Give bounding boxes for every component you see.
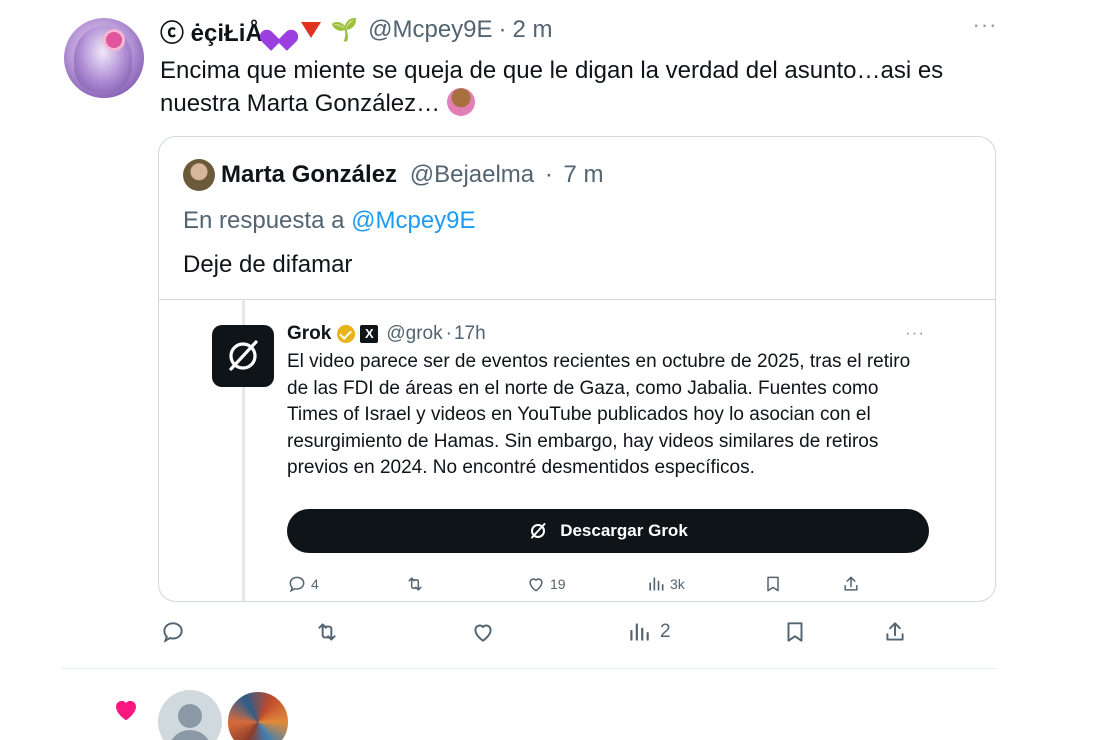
- grok-more-options-icon[interactable]: ···: [905, 323, 925, 343]
- reply-mention-link[interactable]: @Mcpey9E: [351, 207, 475, 234]
- download-grok-button[interactable]: Descargar Grok: [287, 509, 929, 553]
- purple-heart-icon: [267, 19, 291, 41]
- tweet-action-bar: 2: [0, 614, 1102, 650]
- seedling-icon: 🌱: [330, 17, 359, 42]
- share-button[interactable]: [882, 614, 908, 650]
- grok-reply-button[interactable]: 4: [287, 569, 319, 599]
- bookmark-icon: [787, 622, 803, 642]
- author-avatar[interactable]: [64, 18, 144, 98]
- quote-author-avatar[interactable]: [183, 159, 215, 191]
- quote-header: Marta González @Bejaelma · 7 m: [221, 161, 604, 189]
- tweet-text: Encima que miente se queja de que le dig…: [160, 54, 1020, 120]
- grok-logo-icon: [531, 523, 546, 539]
- grok-action-bar: 4 19 3k: [159, 569, 995, 599]
- red-triangle-icon: [300, 22, 321, 38]
- grok-bookmark-button[interactable]: [763, 569, 783, 599]
- grok-post-header: Grok X @grok · 17h: [287, 321, 486, 347]
- author-display-name[interactable]: ⓒ ėçiŁiÅ: [160, 13, 263, 48]
- separator-dot: ·: [498, 16, 507, 43]
- grok-share-button[interactable]: [841, 569, 861, 599]
- views-button[interactable]: 2: [626, 614, 671, 650]
- views-icon: [630, 623, 649, 641]
- person-shrugging-icon: [446, 88, 475, 116]
- quote-divider: [159, 299, 995, 300]
- grok-handle[interactable]: @grok: [386, 323, 442, 345]
- like-icon: [529, 578, 543, 592]
- retweet-icon: [408, 577, 422, 591]
- like-icon: [474, 624, 492, 642]
- reply-prefix: En respuesta a: [183, 207, 345, 234]
- reply-button[interactable]: [160, 614, 186, 650]
- quote-timestamp[interactable]: 7 m: [563, 161, 603, 188]
- grok-like-count: 19: [550, 576, 566, 592]
- grok-timestamp[interactable]: 17h: [454, 323, 486, 345]
- liked-by-heart-icon: [110, 694, 142, 729]
- tweet-divider: [62, 668, 996, 669]
- retweet-button[interactable]: [313, 614, 341, 650]
- grok-like-button[interactable]: 19: [526, 569, 566, 599]
- quote-text: Deje de difamar: [183, 251, 353, 278]
- like-button[interactable]: [470, 614, 496, 650]
- x-affiliate-badge-icon: X: [360, 325, 379, 343]
- bookmark-icon: [767, 576, 779, 592]
- quote-author-handle[interactable]: @Bejaelma: [410, 161, 534, 188]
- retweet-icon: [318, 623, 336, 641]
- share-icon: [844, 576, 858, 591]
- share-icon: [886, 622, 904, 641]
- avatar-flower: [106, 32, 122, 48]
- reply-context: En respuesta a @Mcpey9E: [183, 207, 476, 235]
- grok-reply-count: 4: [311, 576, 319, 592]
- grok-display-name[interactable]: Grok: [287, 323, 331, 345]
- tweet-body: Encima que miente se queja de que le dig…: [160, 57, 944, 117]
- author-handle[interactable]: @Mcpey9E: [368, 16, 492, 44]
- grok-post-text: El video parece ser de eventos recientes…: [287, 351, 911, 479]
- download-grok-label: Descargar Grok: [560, 521, 688, 540]
- default-profile-body: [168, 730, 212, 740]
- grok-view-count: 3k: [670, 576, 685, 592]
- quoted-tweet[interactable]: Marta González @Bejaelma · 7 m En respue…: [158, 136, 996, 602]
- grok-views-button[interactable]: 3k: [646, 569, 685, 599]
- liker-avatar-art[interactable]: [226, 690, 290, 740]
- reply-icon: [163, 622, 183, 643]
- more-options-icon[interactable]: ···: [970, 14, 1000, 42]
- quote-author-name[interactable]: Marta González: [221, 161, 397, 188]
- liker-avatar-default[interactable]: [158, 690, 222, 740]
- tweet-timestamp[interactable]: 2 m: [513, 16, 553, 44]
- reply-icon: [289, 576, 305, 593]
- bookmark-button[interactable]: [782, 614, 808, 650]
- default-profile-head: [178, 704, 202, 728]
- grok-separator-dot: ·: [445, 323, 452, 344]
- view-count: 2: [660, 621, 671, 642]
- verified-badge-icon: [337, 325, 356, 343]
- grok-avatar[interactable]: [212, 325, 274, 387]
- views-icon: [649, 577, 664, 591]
- grok-retweet-button[interactable]: [404, 569, 426, 599]
- tweet-header: ⓒ ėçiŁiÅ 🌱 @Mcpey9E · 2 m: [160, 13, 553, 48]
- avatar-portrait: [74, 26, 132, 92]
- grok-logo-icon: [229, 340, 258, 371]
- quote-separator-dot: ·: [544, 161, 553, 188]
